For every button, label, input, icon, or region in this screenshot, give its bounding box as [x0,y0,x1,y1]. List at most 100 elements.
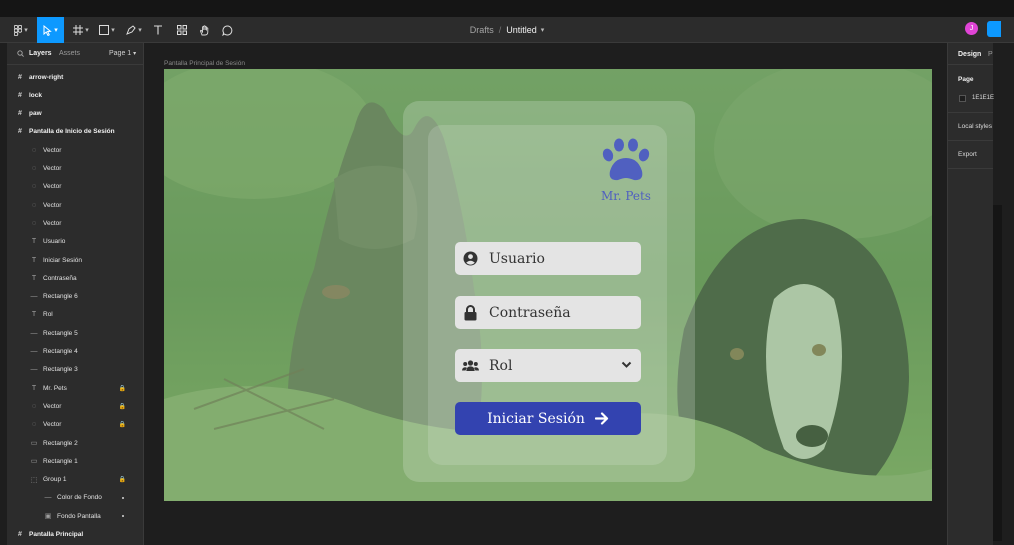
role-select[interactable]: Rol [455,349,641,382]
page-selector[interactable]: Page 1 ▾ [109,50,136,57]
breadcrumb-drafts[interactable]: Drafts [470,25,494,35]
resources-tool-button[interactable] [174,17,190,43]
file-name[interactable]: Untitled [506,25,537,35]
canvas-scrollbar[interactable] [993,205,1002,541]
layer-label: Rectangle 1 [43,457,78,465]
layer-row[interactable]: — Rectangle 6 [7,288,143,306]
layer-row[interactable]: — Rectangle 3 [7,361,143,379]
users-icon [455,359,485,372]
user-icon [455,251,485,266]
main-menu-button[interactable]: ▾ [8,17,34,43]
layer-row[interactable]: ◌ Vector 🔒 [7,397,143,415]
tab-layers[interactable]: Layers [29,50,52,57]
layer-row[interactable]: ▣ Fondo Pantalla [7,507,143,525]
layer-row[interactable]: T Rol [7,306,143,324]
visibility-dot-icon[interactable] [122,515,124,518]
hand-tool-button[interactable] [196,17,212,43]
layer-row[interactable]: # paw [7,105,143,123]
chevron-down-icon: ▾ [54,27,58,34]
password-placeholder: Contraseña [489,304,571,321]
username-field[interactable]: Usuario [455,242,641,275]
export-title[interactable]: Export [958,151,977,158]
layer-row[interactable]: # Pantalla de Inicio de Sesión [7,123,143,141]
page-selector-label: Page 1 [109,50,132,57]
toolbar: ▾ ▾ ▾ ▾ ▾ Drafts / Untitled ▾ [0,17,1014,43]
layer-label: Vector [43,219,62,227]
layer-label: Vector [43,402,62,410]
layer-row[interactable]: # arrow-right [7,68,143,86]
layer-row[interactable]: # lock [7,86,143,104]
layer-row[interactable]: T Iniciar Sesión [7,251,143,269]
share-button[interactable] [987,21,1001,37]
password-field[interactable]: Contraseña [455,296,641,329]
layer-row[interactable]: ▭ Rectangle 1 [7,452,143,470]
figma-logo-icon [14,24,23,36]
login-screen-frame[interactable]: Mr. Pets Usuario Contraseña Rol Iniciar … [164,69,932,501]
tab-prototype[interactable]: P [988,51,993,58]
chevron-down-icon: ▾ [111,27,115,34]
layer-row[interactable]: ⬚ Group 1 🔒 [7,471,143,489]
frame-icon: # [18,128,22,136]
page-color-swatch[interactable] [959,95,966,102]
move-tool-button[interactable]: ▾ [37,17,64,43]
vector-icon: ◌ [31,421,37,429]
layer-label: Rectangle 5 [43,329,78,337]
layer-row[interactable]: T Mr. Pets 🔒 [7,379,143,397]
breadcrumb-separator: / [498,25,502,35]
text-icon [154,25,162,35]
vector-icon: ◌ [31,146,37,154]
layer-row[interactable]: ◌ Vector [7,196,143,214]
layer-row[interactable]: T Contraseña [7,269,143,287]
layer-row[interactable]: # Pantalla Principal [7,526,143,544]
chevron-down-icon[interactable]: ▾ [541,26,545,34]
vector-icon: ◌ [31,219,37,227]
lock-icon[interactable]: 🔒 [119,421,126,428]
group-icon: ⬚ [30,476,38,484]
layer-label: Vector [43,421,62,429]
login-button-label: Iniciar Sesión [487,410,585,427]
layer-label: Group 1 [43,476,67,484]
vector-icon: ◌ [31,402,37,410]
layer-row[interactable]: ◌ Vector [7,141,143,159]
properties-panel-header: Design P [948,43,993,65]
user-avatar[interactable]: J [965,22,978,35]
login-button[interactable]: Iniciar Sesión [455,402,641,435]
frame-icon: # [18,91,22,99]
frame-icon: # [18,110,22,118]
export-section: Export [948,141,993,169]
layer-label: paw [29,110,42,118]
layer-row[interactable]: ▭ Rectangle 2 [7,434,143,452]
frame-tool-button[interactable]: ▾ [70,17,92,43]
layer-label: Vector [43,201,62,209]
tab-design[interactable]: Design [958,51,981,58]
page-color-value[interactable]: 1E1E1E [972,95,994,101]
lock-icon[interactable]: 🔒 [119,403,126,410]
layer-row[interactable]: — Rectangle 4 [7,343,143,361]
role-selected-value: Rol [489,357,513,374]
layer-row[interactable]: ◌ Vector 🔒 [7,416,143,434]
lock-icon[interactable]: 🔒 [119,385,126,392]
line-icon: — [30,293,38,301]
layer-label: Mr. Pets [43,384,67,392]
hand-icon [199,24,208,35]
layer-row[interactable]: ◌ Vector [7,178,143,196]
layer-row[interactable]: ◌ Vector [7,214,143,232]
layer-label: Vector [43,183,62,191]
line-icon: — [30,348,38,355]
visibility-dot-icon[interactable] [122,496,124,499]
layer-label: Usuario [43,238,66,246]
layer-row[interactable]: ◌ Vector [7,160,143,178]
page-section: Page [948,65,993,113]
resources-icon [177,25,187,35]
frame-label[interactable]: Pantalla Principal de Sesión [164,60,245,67]
search-icon[interactable] [17,50,24,57]
layer-row[interactable]: — Color de Fondo [7,489,143,507]
comment-tool-button[interactable] [219,17,235,43]
text-tool-button[interactable] [150,17,166,43]
layer-row[interactable]: T Usuario [7,233,143,251]
shape-tool-button[interactable]: ▾ [96,17,118,43]
layer-row[interactable]: — Rectangle 5 [7,324,143,342]
pen-tool-button[interactable]: ▾ [123,17,145,43]
tab-assets[interactable]: Assets [59,50,80,57]
lock-icon[interactable]: 🔒 [119,476,126,483]
